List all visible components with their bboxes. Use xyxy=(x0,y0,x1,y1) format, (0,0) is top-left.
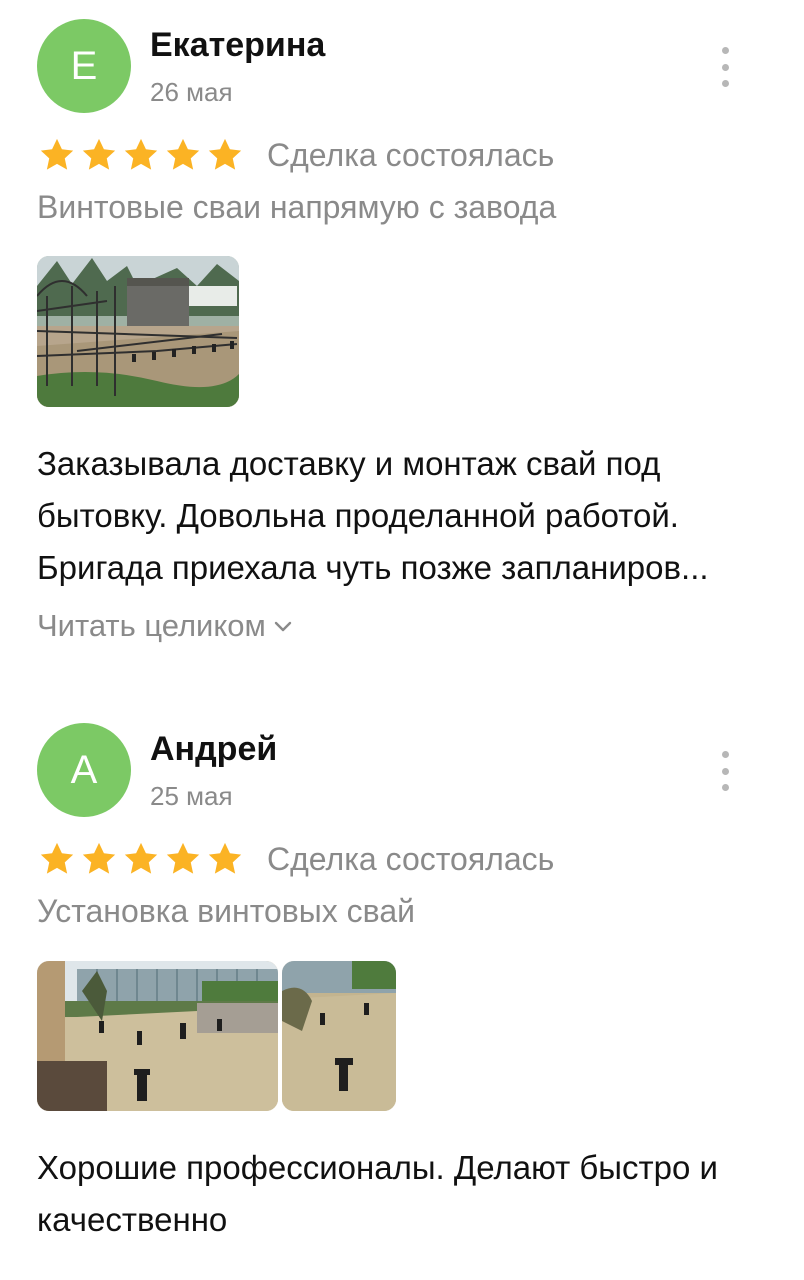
deal-status: Сделка состоялась xyxy=(267,136,555,173)
review-text-line: Заказывала доставку и монтаж свай под xyxy=(37,445,661,482)
read-more-link[interactable]: Читать целиком xyxy=(37,608,292,644)
star-rating xyxy=(37,136,245,174)
star-icon xyxy=(82,138,116,170)
review-text-line: качественно xyxy=(37,1201,228,1238)
star-icon xyxy=(82,842,116,874)
deal-status: Сделка состоялась xyxy=(267,840,555,877)
more-options-button[interactable] xyxy=(712,751,738,791)
dot-icon xyxy=(721,63,729,71)
rating-row: Сделка состоялась xyxy=(37,135,554,175)
more-options-button[interactable] xyxy=(712,47,738,87)
avatar-letter: Е xyxy=(70,43,98,88)
review-text: Хорошие профессионалы. Делают быстро и к… xyxy=(37,1142,767,1246)
avatar[interactable]: Е xyxy=(37,19,131,113)
review-text: Заказывала доставку и монтаж свай под бы… xyxy=(37,438,767,594)
star-icon xyxy=(124,842,158,874)
star-icon xyxy=(208,138,242,170)
dot-icon xyxy=(721,751,729,758)
avatar[interactable]: А xyxy=(37,723,131,817)
avatar-letter: А xyxy=(70,747,98,792)
review-photo[interactable] xyxy=(37,961,278,1111)
review-photo[interactable] xyxy=(37,256,239,407)
review-text-line: Бригада приехала чуть позже запланиров..… xyxy=(37,549,709,586)
review-text-line: бытовку. Довольна проделанной работой. xyxy=(37,497,679,534)
dot-icon xyxy=(721,47,729,54)
star-icon xyxy=(166,842,200,874)
star-icon xyxy=(40,138,74,170)
reviewer-name[interactable]: Екатерина xyxy=(150,26,325,65)
read-more-label: Читать целиком xyxy=(37,608,266,643)
star-icon xyxy=(166,138,200,170)
review-date: 26 мая xyxy=(150,77,233,107)
rating-row: Сделка состоялась xyxy=(37,839,554,879)
chevron-down-icon xyxy=(274,621,292,632)
star-icon xyxy=(124,138,158,170)
service-name: Винтовые сваи напрямую с завода xyxy=(37,189,557,225)
star-icon xyxy=(208,842,242,874)
review-photo[interactable] xyxy=(282,961,396,1111)
review-date: 25 мая xyxy=(150,781,233,811)
review-text-line: Хорошие профессионалы. Делают быстро и xyxy=(37,1149,718,1186)
dot-icon xyxy=(721,784,729,791)
service-name: Установка винтовых свай xyxy=(37,893,415,929)
star-icon xyxy=(40,842,74,874)
dot-icon xyxy=(721,767,729,775)
star-rating xyxy=(37,840,245,878)
reviewer-name[interactable]: Андрей xyxy=(150,730,277,769)
dot-icon xyxy=(721,80,729,87)
